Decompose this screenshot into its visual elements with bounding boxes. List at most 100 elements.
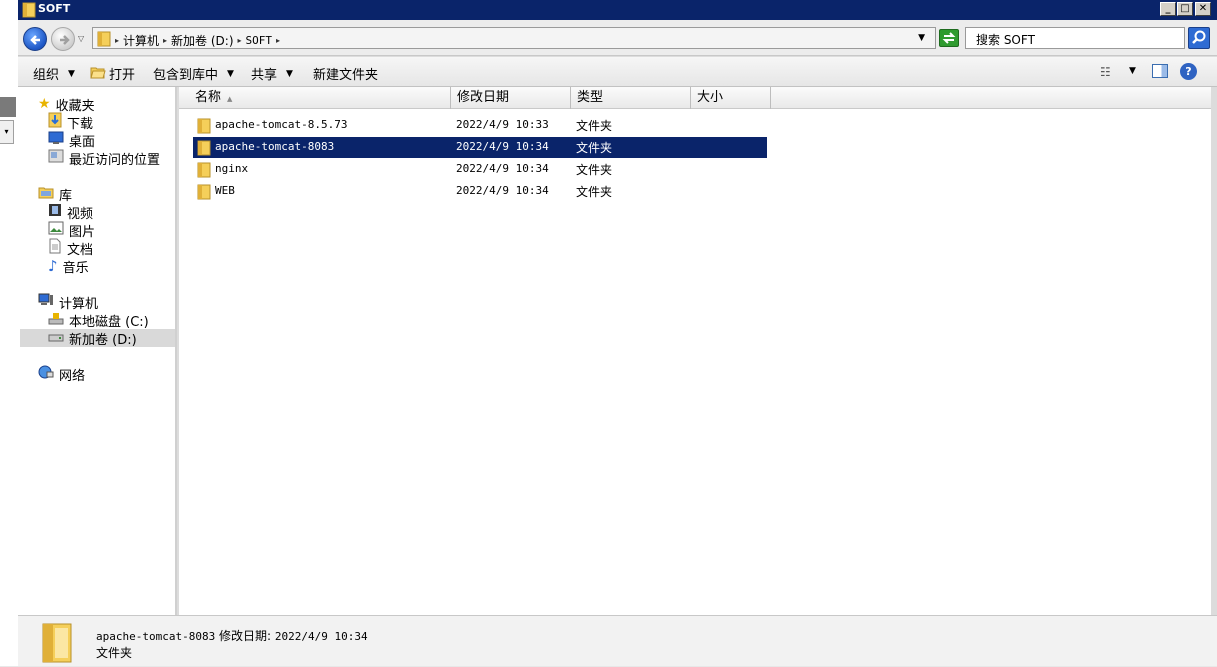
details-modified-value: 2022/4/9 10:34 [274, 630, 368, 643]
breadcrumb-separator[interactable]: ▸ [163, 36, 167, 45]
change-view-icon[interactable]: ☷ [1100, 65, 1111, 79]
breadcrumb-volume-d[interactable]: 新加卷 (D:) [171, 32, 233, 49]
nav-documents[interactable]: 文档 [48, 238, 94, 258]
organize-button[interactable]: 组织 ▼ [33, 64, 75, 83]
file-name: WEB [215, 184, 235, 197]
file-type: 文件夹 [576, 163, 613, 177]
file-modified: 2022/4/9 10:33 [456, 118, 549, 131]
refresh-icon [942, 32, 956, 44]
details-modified-label: 修改日期: [219, 629, 272, 643]
breadcrumb-separator[interactable]: ▸ [276, 36, 280, 45]
breadcrumb-soft[interactable]: SOFT [246, 34, 273, 47]
column-header-modified[interactable]: 修改日期 [451, 87, 571, 109]
explorer-window: SOFT _ □ ✕ ▽ ▸ 计算机 ▸ 新加卷 (D:) ▸ SOFT ▸ ▼… [18, 0, 1217, 666]
nav-new-volume-d[interactable]: 新加卷 (D:) [20, 329, 175, 348]
nav-music[interactable]: ♪ 音乐 [48, 257, 89, 276]
help-icon[interactable]: ? [1180, 63, 1197, 80]
new-folder-button[interactable]: 新建文件夹 [313, 64, 378, 83]
desktop-icon [48, 131, 64, 149]
column-header-name[interactable]: 名称 ▲ [189, 87, 451, 109]
nav-network-label: 网络 [59, 368, 86, 384]
folder-icon [22, 2, 36, 21]
title-bar[interactable]: SOFT _ □ ✕ [18, 0, 1217, 20]
file-type: 文件夹 [576, 185, 613, 199]
address-history-dropdown[interactable]: ▼ [918, 33, 925, 43]
nav-local-disk-label: 本地磁盘 (C:) [69, 314, 149, 330]
file-row-selected[interactable]: apache-tomcat-8083 2022/4/9 10:34 文件夹 [193, 137, 767, 158]
recent-places-icon [48, 149, 64, 167]
window-title: SOFT [38, 2, 71, 15]
nav-pictures[interactable]: 图片 [48, 221, 96, 240]
folder-icon [97, 31, 111, 50]
navigation-pane: ★ 收藏夹 下载 桌面 最近访问的位置 库 视频 图片 文档 ♪ 音乐 计算机 … [18, 87, 177, 615]
network-icon [38, 365, 54, 383]
nav-desktop[interactable]: 桌面 [48, 131, 95, 150]
column-modified-label: 修改日期 [457, 90, 510, 105]
computer-icon [38, 293, 54, 311]
details-file-name: apache-tomcat-8083 [96, 630, 216, 643]
minimize-button[interactable]: _ [1160, 2, 1176, 16]
nav-videos[interactable]: 视频 [48, 203, 94, 222]
file-row[interactable]: apache-tomcat-8.5.73 2022/4/9 10:33 文件夹 [193, 115, 767, 136]
column-type-label: 类型 [577, 90, 604, 105]
back-button[interactable] [23, 27, 47, 51]
chevron-down-icon[interactable]: ▼ [1129, 66, 1136, 76]
nav-favorites[interactable]: ★ 收藏夹 [38, 95, 95, 114]
open-button[interactable]: 打开 [90, 64, 135, 83]
share-label: 共享 [251, 68, 278, 83]
search-icon [1192, 30, 1206, 44]
nav-libraries[interactable]: 库 [38, 185, 72, 204]
desktop-edge-dropdown[interactable]: ▾ [0, 120, 14, 144]
breadcrumb-separator[interactable]: ▸ [238, 36, 242, 45]
desktop-edge: ▾ [0, 0, 18, 666]
recent-pages-dropdown[interactable]: ▽ [78, 34, 84, 43]
file-row[interactable]: WEB 2022/4/9 10:34 文件夹 [193, 181, 767, 202]
folder-icon [197, 140, 211, 159]
nav-downloads[interactable]: 下载 [48, 112, 93, 132]
share-button[interactable]: 共享 ▼ [251, 64, 293, 83]
column-header-size[interactable]: 大小 [691, 87, 771, 109]
nav-favorites-label: 收藏夹 [55, 98, 95, 114]
chevron-down-icon: ▼ [68, 68, 75, 79]
file-name: nginx [215, 162, 249, 175]
drive-icon [48, 329, 64, 347]
address-row: ▽ ▸ 计算机 ▸ 新加卷 (D:) ▸ SOFT ▸ ▼ 搜索 SOFT [18, 20, 1217, 56]
breadcrumb-separator[interactable]: ▸ [115, 36, 119, 45]
forward-button[interactable] [51, 27, 75, 51]
details-pane: apache-tomcat-8083 修改日期: 2022/4/9 10:34 … [18, 615, 1217, 666]
search-input[interactable]: 搜索 SOFT [965, 27, 1185, 49]
nav-pictures-label: 图片 [69, 224, 96, 240]
preview-pane-icon[interactable] [1152, 64, 1168, 78]
nav-recent-places[interactable]: 最近访问的位置 [48, 149, 161, 168]
large-folder-icon [40, 622, 74, 667]
refresh-button[interactable] [939, 29, 959, 47]
column-header-type[interactable]: 类型 [571, 87, 691, 109]
close-button[interactable]: ✕ [1195, 2, 1211, 16]
column-size-label: 大小 [697, 90, 724, 105]
nav-local-disk-c[interactable]: 本地磁盘 (C:) [48, 311, 149, 330]
breadcrumb-computer[interactable]: 计算机 [123, 32, 159, 49]
search-button[interactable] [1188, 27, 1210, 49]
nav-computer[interactable]: 计算机 [38, 293, 99, 312]
folder-icon [197, 162, 211, 181]
nav-videos-label: 视频 [67, 206, 94, 222]
picture-icon [48, 221, 64, 239]
nav-documents-label: 文档 [67, 242, 94, 258]
chevron-down-icon: ▼ [227, 68, 234, 79]
nav-recent-label: 最近访问的位置 [69, 152, 161, 168]
details-type: 文件夹 [96, 646, 133, 660]
libraries-icon [38, 185, 54, 203]
details-summary: apache-tomcat-8083 修改日期: 2022/4/9 10:34 [96, 627, 368, 644]
folder-icon [197, 118, 211, 137]
back-arrow-icon [30, 35, 40, 45]
nav-computer-label: 计算机 [59, 296, 99, 312]
music-icon: ♪ [48, 257, 58, 275]
nav-network[interactable]: 网络 [38, 365, 86, 384]
file-row[interactable]: nginx 2022/4/9 10:34 文件夹 [193, 159, 767, 180]
file-name: apache-tomcat-8.5.73 [215, 118, 348, 131]
include-in-library-button[interactable]: 包含到库中 ▼ [153, 64, 234, 83]
maximize-button[interactable]: □ [1177, 2, 1193, 16]
address-bar[interactable]: ▸ 计算机 ▸ 新加卷 (D:) ▸ SOFT ▸ ▼ [92, 27, 936, 49]
star-icon: ★ [38, 96, 51, 112]
include-library-label: 包含到库中 [153, 68, 219, 83]
